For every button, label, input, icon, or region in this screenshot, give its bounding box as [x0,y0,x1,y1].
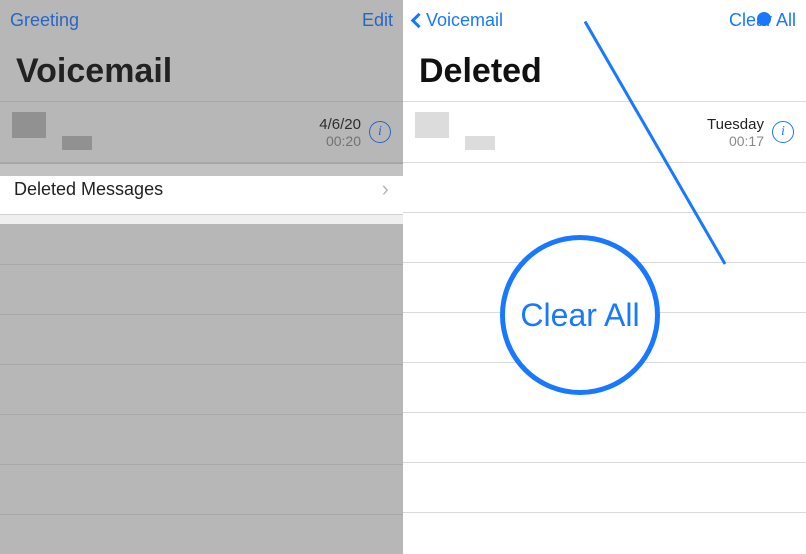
thumbnail-icon [465,136,495,150]
chevron-right-icon: › [382,176,389,202]
list-item [0,415,403,465]
list-item [0,465,403,515]
thumbnail-icon [62,136,92,150]
voicemail-duration: 00:17 [707,133,764,149]
page-title: Deleted [403,40,806,101]
callout-label: Clear All [520,297,639,334]
list-item [0,265,403,315]
back-button[interactable]: Voicemail [413,10,503,31]
page-title: Voicemail [0,40,403,101]
back-label: Voicemail [426,10,503,31]
contact-thumbnails [415,112,495,152]
list-item [403,463,806,513]
voicemail-meta: Tuesday 00:17 i [707,116,794,149]
info-icon[interactable]: i [369,121,391,143]
thumbnail-icon [415,112,449,138]
voicemail-screen: Greeting Edit Voicemail 4/6/20 00:20 i D… [0,0,403,554]
list-item [403,413,806,463]
navbar: Voicemail Clear All [403,0,806,40]
list-item [0,215,403,265]
deleted-voicemail-item[interactable]: Tuesday 00:17 i [403,101,806,163]
chevron-left-icon [411,12,427,28]
callout-dot-icon [757,12,771,26]
empty-list-area [0,215,403,554]
voicemail-date: Tuesday [707,116,764,133]
voicemail-meta: 4/6/20 00:20 i [319,116,391,149]
callout-circle: Clear All [500,235,660,395]
info-icon[interactable]: i [772,121,794,143]
edit-button[interactable]: Edit [362,10,393,31]
list-item [0,315,403,365]
list-item [0,365,403,415]
voicemail-item[interactable]: 4/6/20 00:20 i [0,101,403,163]
voicemail-duration: 00:20 [319,133,361,149]
list-item [403,163,806,213]
contact-thumbnails [12,112,92,152]
deleted-messages-row[interactable]: Deleted Messages › [0,163,403,215]
list-item [0,515,403,554]
voicemail-date: 4/6/20 [319,116,361,133]
thumbnail-icon [12,112,46,138]
deleted-messages-label: Deleted Messages [14,179,163,200]
greeting-button[interactable]: Greeting [10,10,79,31]
navbar: Greeting Edit [0,0,403,40]
